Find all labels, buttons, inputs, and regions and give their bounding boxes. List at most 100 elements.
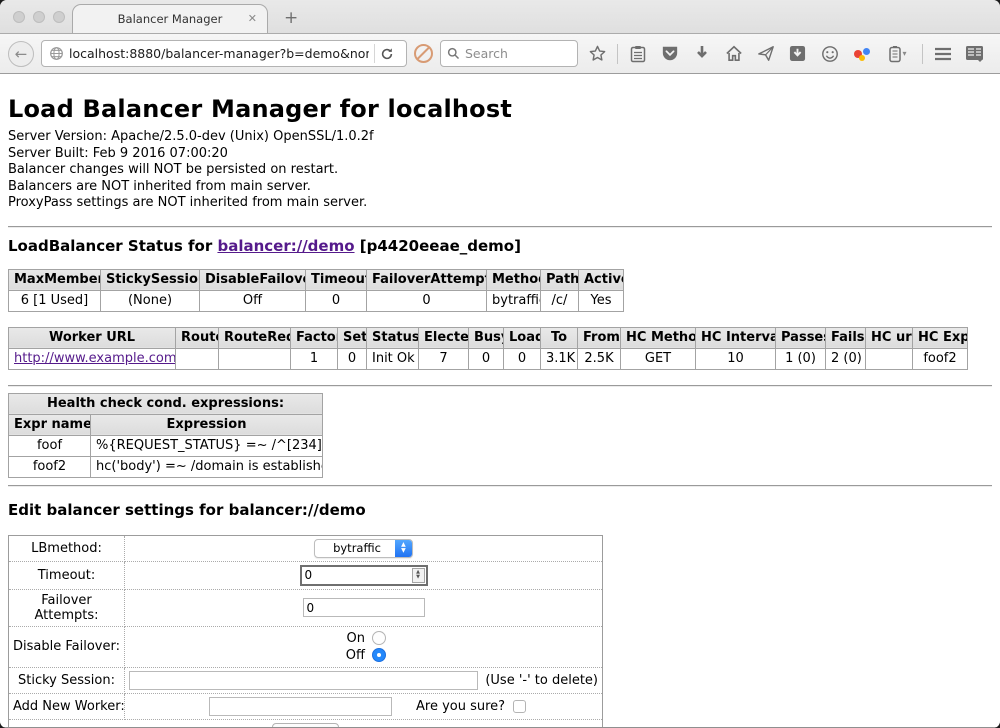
search-bar[interactable] (440, 40, 578, 67)
add-worker-label: Add New Worker: (9, 693, 125, 719)
timeout-value: 0 (302, 568, 412, 582)
download-icon[interactable] (689, 41, 714, 67)
zoom-window-button[interactable] (53, 11, 65, 23)
table-row: foof2 hc('body') =~ /domain is establish… (9, 456, 323, 477)
are-you-sure-checkbox[interactable] (513, 700, 526, 713)
column-header: MaxMembers (9, 269, 101, 290)
cell-hc-expr: foof2 (913, 348, 968, 369)
balancer-demo-link[interactable]: balancer://demo (217, 237, 354, 255)
timeout-cell: 0 ▲▼ (125, 561, 603, 589)
battery-icon[interactable]: ▾ (881, 41, 915, 67)
column-header: Passes (776, 327, 826, 348)
add-worker-input[interactable] (209, 697, 392, 716)
table-header-row: Expr name Expression (9, 414, 323, 435)
column-header: FailoverAttempts (367, 269, 487, 290)
column-header: Expr name (9, 414, 91, 435)
column-header: HC Expr (913, 327, 968, 348)
new-tab-button[interactable]: + (284, 8, 298, 28)
reload-icon[interactable] (380, 47, 404, 61)
column-header: Expression (91, 414, 323, 435)
search-icon (447, 47, 460, 60)
select-stepper-icon: ▲▼ (395, 539, 412, 558)
cell-busy: 0 (469, 348, 504, 369)
failover-value: 0 (307, 601, 315, 615)
pocket-icon[interactable] (657, 41, 682, 67)
cell-hc-interval: 10 (696, 348, 776, 369)
search-input[interactable] (465, 46, 571, 61)
url-bar[interactable] (41, 40, 407, 67)
column-header: HC Method (621, 327, 696, 348)
table-row: foof %{REQUEST_STATUS} =~ /^[234]/ (9, 435, 323, 456)
column-header: Route (176, 327, 219, 348)
panel-icon[interactable] (962, 41, 987, 67)
balancer-settings-form: LBmethod: bytraffic ▲▼ Timeout: 0 ▲▼ (8, 535, 603, 727)
colored-dots-icon[interactable] (849, 41, 874, 67)
cell-route (176, 348, 219, 369)
timeout-input[interactable]: 0 ▲▼ (300, 565, 428, 586)
column-header: Fails (826, 327, 866, 348)
square-download-icon[interactable] (785, 41, 810, 67)
column-header: Factor (291, 327, 338, 348)
column-header: Timeout (306, 269, 367, 290)
table-header-row: Worker URL Route RouteRedir Factor Set S… (9, 327, 968, 348)
radio-off[interactable] (372, 648, 386, 662)
cell-expr-name: foof (9, 435, 91, 456)
timeout-label: Timeout: (9, 561, 125, 589)
form-row-add-worker: Add New Worker: Are you sure? (9, 693, 603, 719)
info-line: ProxyPass settings are NOT inherited fro… (8, 195, 992, 212)
disable-failover-cell: On Off (125, 626, 603, 667)
back-icon: ← (15, 45, 28, 63)
radio-on-label: On (341, 631, 365, 646)
submit-button[interactable]: Submit (272, 723, 339, 727)
failover-input[interactable]: 0 (303, 598, 425, 617)
cell-timeout: 0 (306, 290, 367, 311)
page-title: Load Balancer Manager for localhost (8, 74, 992, 129)
tab-close-icon[interactable]: ✕ (248, 12, 257, 25)
submit-cell: Submit (9, 719, 603, 727)
number-stepper-icon[interactable]: ▲▼ (412, 568, 425, 583)
back-button[interactable]: ← (8, 41, 34, 67)
cell-expr-name: foof2 (9, 456, 91, 477)
toolbar-divider (922, 44, 923, 64)
table-header-row: MaxMembers StickySession DisableFailover… (9, 269, 624, 290)
worker-url-link[interactable]: http://www.example.com/ (14, 351, 176, 366)
urlbar-divider (374, 44, 375, 63)
column-header: Method (487, 269, 541, 290)
cell-hc-method: GET (621, 348, 696, 369)
url-input[interactable] (69, 46, 369, 61)
bookmark-star-icon[interactable] (585, 41, 610, 67)
tab-title: Balancer Manager (118, 12, 223, 26)
toolbar-divider (617, 44, 618, 64)
home-icon[interactable] (721, 41, 746, 67)
sticky-session-input[interactable] (129, 671, 478, 690)
column-header: Active (579, 269, 624, 290)
form-row-timeout: Timeout: 0 ▲▼ (9, 561, 603, 589)
navigation-toolbar: ← (0, 34, 1000, 74)
minimize-window-button[interactable] (33, 11, 45, 23)
cell-active: Yes (579, 290, 624, 311)
close-window-button[interactable] (13, 11, 25, 23)
menu-icon[interactable] (930, 41, 955, 67)
cell-passes: 1 (0) (776, 348, 826, 369)
adblock-disabled-icon[interactable] (414, 44, 433, 63)
divider (8, 485, 992, 487)
lbmethod-cell: bytraffic ▲▼ (125, 535, 603, 561)
lbmethod-select[interactable]: bytraffic ▲▼ (314, 539, 413, 558)
health-table-title: Health check cond. expressions: (9, 393, 323, 414)
table-row: 6 [1 Used] (None) Off 0 0 bytraffic /c/ … (9, 290, 624, 311)
column-header: Busy (469, 327, 504, 348)
cell-stickysession: (None) (101, 290, 200, 311)
window-controls[interactable] (13, 11, 65, 23)
clipboard-icon[interactable] (625, 41, 650, 67)
tab-balancer-manager[interactable]: Balancer Manager ✕ (72, 4, 268, 33)
cell-factor: 1 (291, 348, 338, 369)
smiley-icon[interactable] (817, 41, 842, 67)
column-header: Path (541, 269, 579, 290)
column-header: Worker URL (9, 327, 176, 348)
send-icon[interactable] (753, 41, 778, 67)
sticky-label: Sticky Session: (9, 667, 125, 693)
cell-path: /c/ (541, 290, 579, 311)
info-line: Balancers are NOT inherited from main se… (8, 179, 992, 196)
radio-on[interactable] (372, 631, 386, 645)
health-check-table: Health check cond. expressions: Expr nam… (8, 393, 323, 478)
